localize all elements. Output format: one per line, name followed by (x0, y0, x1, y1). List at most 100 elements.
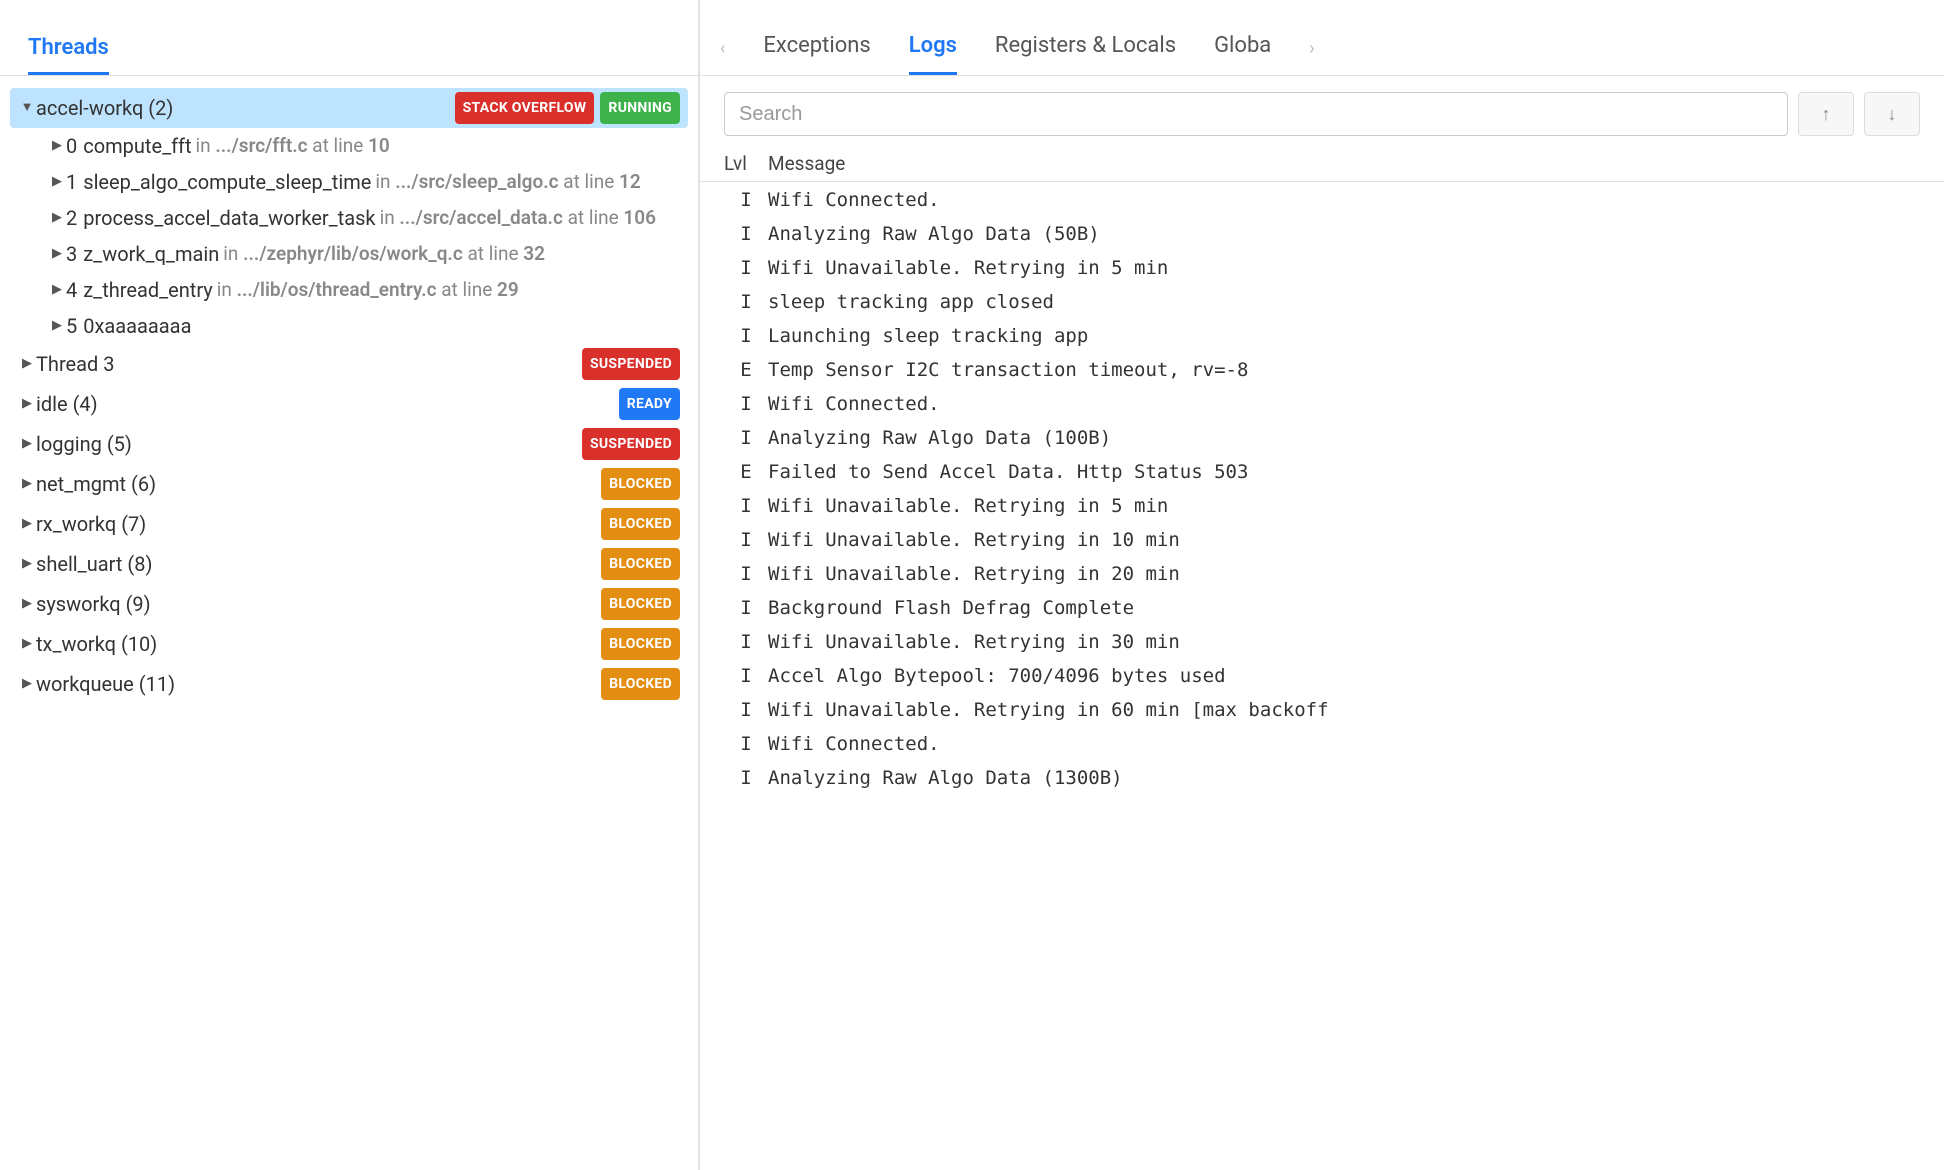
stack-frame-row[interactable]: 3z_work_q_main in .../zephyr/lib/os/work… (10, 236, 688, 272)
log-message: Analyzing Raw Algo Data (1300B) (768, 762, 1920, 796)
expand-caret-icon[interactable] (18, 94, 36, 122)
log-row[interactable]: IWifi Connected. (724, 728, 1920, 762)
log-message: Wifi Unavailable. Retrying in 10 min (768, 524, 1920, 558)
thread-row[interactable]: idle (4)READY (10, 384, 688, 424)
arrow-up-icon: ↑ (1822, 104, 1831, 125)
stack-frame-row[interactable]: 4z_thread_entry in .../lib/os/thread_ent… (10, 272, 688, 308)
thread-row[interactable]: Thread 3 SUSPENDED (10, 344, 688, 384)
detail-pane: ‹ExceptionsLogsRegisters & LocalsGloba› … (700, 0, 1944, 1170)
expand-caret-icon[interactable] (48, 240, 66, 268)
expand-caret-icon[interactable] (48, 132, 66, 160)
thread-name: net_mgmt (6) (36, 470, 156, 498)
log-row[interactable]: IWifi Connected. (724, 184, 1920, 218)
log-row[interactable]: IWifi Unavailable. Retrying in 5 min (724, 252, 1920, 286)
expand-caret-icon[interactable] (18, 390, 36, 418)
log-message: Wifi Unavailable. Retrying in 20 min (768, 558, 1920, 592)
log-row[interactable]: ETemp Sensor I2C transaction timeout, rv… (724, 354, 1920, 388)
expand-caret-icon[interactable] (48, 312, 66, 340)
log-row[interactable]: IAnalyzing Raw Algo Data (100B) (724, 422, 1920, 456)
status-badge: SUSPENDED (582, 348, 680, 380)
status-badge: STACK OVERFLOW (455, 92, 595, 124)
detail-tabs: ‹ Exceptions Logs Registers & Locals Globa › (700, 0, 1944, 76)
search-prev-button[interactable]: ↑ (1798, 92, 1854, 136)
thread-name: shell_uart (8) (36, 550, 152, 578)
log-message: Wifi Connected. (768, 184, 1920, 218)
tab-exceptions[interactable]: Exceptions (763, 33, 870, 75)
log-table-body: IWifi Connected.IAnalyzing Raw Algo Data… (700, 182, 1944, 1170)
tabs-scroll-left-icon[interactable]: ‹ (720, 38, 725, 75)
arrow-down-icon: ↓ (1888, 104, 1897, 125)
expand-caret-icon[interactable] (18, 350, 36, 378)
thread-badges: SUSPENDED (582, 428, 680, 460)
expand-caret-icon[interactable] (48, 168, 66, 196)
tab-globa[interactable]: Globa (1214, 33, 1271, 75)
expand-caret-icon[interactable] (48, 276, 66, 304)
thread-name: Thread 3 (36, 350, 115, 378)
tab-registers-locals[interactable]: Registers & Locals (995, 33, 1176, 75)
log-row[interactable]: Isleep tracking app closed (724, 286, 1920, 320)
log-row[interactable]: IWifi Connected. (724, 388, 1920, 422)
log-level: I (724, 558, 768, 592)
tabs-scroll-right-icon[interactable]: › (1309, 38, 1314, 75)
log-row[interactable]: IWifi Unavailable. Retrying in 10 min (724, 524, 1920, 558)
log-row[interactable]: IAnalyzing Raw Algo Data (1300B) (724, 762, 1920, 796)
thread-badges: BLOCKED (601, 508, 680, 540)
search-next-button[interactable]: ↓ (1864, 92, 1920, 136)
log-col-msg: Message (768, 152, 1920, 175)
threads-tab[interactable]: Threads (28, 35, 109, 75)
log-row[interactable]: IBackground Flash Defrag Complete (724, 592, 1920, 626)
log-row[interactable]: IWifi Unavailable. Retrying in 20 min (724, 558, 1920, 592)
expand-caret-icon[interactable] (18, 550, 36, 578)
log-level: I (724, 762, 768, 796)
log-row[interactable]: EFailed to Send Accel Data. Http Status … (724, 456, 1920, 490)
thread-name: rx_workq (7) (36, 510, 146, 538)
log-message: Wifi Unavailable. Retrying in 5 min (768, 252, 1920, 286)
log-level: I (724, 626, 768, 660)
thread-row[interactable]: tx_workq (10) BLOCKED (10, 624, 688, 664)
log-message: Temp Sensor I2C transaction timeout, rv=… (768, 354, 1920, 388)
stack-frame-row[interactable]: 1sleep_algo_compute_sleep_time in .../sr… (10, 164, 688, 200)
stack-frame-row[interactable]: 0compute_fft in .../src/fft.c at line 10 (10, 128, 688, 164)
expand-caret-icon[interactable] (18, 510, 36, 538)
log-row[interactable]: IWifi Unavailable. Retrying in 5 min (724, 490, 1920, 524)
frame-function: z_work_q_main (83, 240, 219, 268)
thread-row[interactable]: accel-workq (2)STACK OVERFLOWRUNNING (10, 88, 688, 128)
log-level: I (724, 252, 768, 286)
search-input[interactable] (724, 92, 1788, 136)
thread-row[interactable]: rx_workq (7) BLOCKED (10, 504, 688, 544)
log-row[interactable]: IAccel Algo Bytepool: 700/4096 bytes use… (724, 660, 1920, 694)
expand-caret-icon[interactable] (18, 430, 36, 458)
log-row[interactable]: IWifi Unavailable. Retrying in 60 min [m… (724, 694, 1920, 728)
frame-index: 0 (66, 132, 77, 160)
frame-index: 5 (66, 312, 77, 340)
log-message: Wifi Unavailable. Retrying in 60 min [ma… (768, 694, 1920, 728)
log-level: I (724, 218, 768, 252)
expand-caret-icon[interactable] (18, 590, 36, 618)
log-row[interactable]: ILaunching sleep tracking app (724, 320, 1920, 354)
log-row[interactable]: IWifi Unavailable. Retrying in 30 min (724, 626, 1920, 660)
tab-logs[interactable]: Logs (909, 33, 957, 75)
stack-frame-row[interactable]: 2process_accel_data_worker_task in .../s… (10, 200, 688, 236)
thread-row[interactable]: logging (5)SUSPENDED (10, 424, 688, 464)
frame-function: 0xaaaaaaaa (83, 312, 191, 340)
thread-name: tx_workq (10) (36, 630, 157, 658)
thread-badges: BLOCKED (601, 588, 680, 620)
thread-row[interactable]: workqueue (11)BLOCKED (10, 664, 688, 704)
frame-location: in .../src/accel_data.c at line 106 (380, 204, 656, 232)
expand-caret-icon[interactable] (18, 470, 36, 498)
thread-badges: BLOCKED (601, 628, 680, 660)
expand-caret-icon[interactable] (18, 630, 36, 658)
expand-caret-icon[interactable] (18, 670, 36, 698)
thread-row[interactable]: shell_uart (8)BLOCKED (10, 544, 688, 584)
stack-frame-row[interactable]: 50xaaaaaaaa (10, 308, 688, 344)
thread-row[interactable]: sysworkq (9)BLOCKED (10, 584, 688, 624)
log-row[interactable]: IAnalyzing Raw Algo Data (50B) (724, 218, 1920, 252)
expand-caret-icon[interactable] (48, 204, 66, 232)
log-message: Launching sleep tracking app (768, 320, 1920, 354)
log-level: E (724, 354, 768, 388)
log-message: Analyzing Raw Algo Data (100B) (768, 422, 1920, 456)
log-level: I (724, 524, 768, 558)
frame-function: sleep_algo_compute_sleep_time (83, 168, 371, 196)
thread-row[interactable]: net_mgmt (6)BLOCKED (10, 464, 688, 504)
log-message: Analyzing Raw Algo Data (50B) (768, 218, 1920, 252)
